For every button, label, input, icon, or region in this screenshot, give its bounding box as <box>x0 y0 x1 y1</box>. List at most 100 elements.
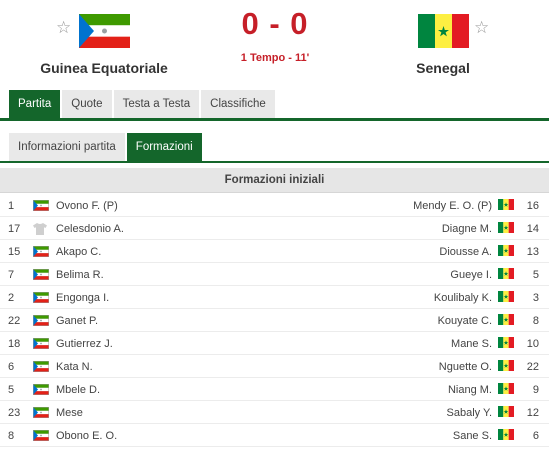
senegal-flag-icon <box>498 245 514 256</box>
home-player-name[interactable]: Mbele D. <box>56 384 100 396</box>
match-status: 1 Tempo - 11' <box>240 52 310 64</box>
home-player-number: 22 <box>8 315 21 327</box>
senegal-flag-icon <box>498 222 514 233</box>
tab-formazioni[interactable]: Formazioni <box>126 133 202 161</box>
tab-classifiche[interactable]: Classifiche <box>201 90 275 118</box>
match-header: ☆ Guinea Equatoriale 0 - 0 1 Tempo - 11' <box>0 0 549 88</box>
away-player-name[interactable]: Diagne M. <box>442 223 492 235</box>
lineup-row: 7 Belima R. Gueye I. 5 <box>0 263 549 286</box>
away-player-number: 10 <box>526 338 539 350</box>
away-player-name[interactable]: Niang M. <box>448 384 492 396</box>
senegal-flag-icon <box>498 291 514 302</box>
home-player-name[interactable]: Ovono F. (P) <box>56 200 118 212</box>
lineup-row: 6 Kata N. Nguette O. 22 <box>0 355 549 378</box>
home-player-number: 8 <box>8 430 15 442</box>
away-player-number: 13 <box>526 246 539 258</box>
away-player-number: 9 <box>532 384 539 396</box>
away-team-name[interactable]: Senegal <box>358 60 528 76</box>
away-player-number: 14 <box>526 223 539 235</box>
lineup-row: 5 Mbele D. Niang M. 9 <box>0 378 549 401</box>
equatorial-guinea-flag-icon <box>33 338 49 349</box>
lineup-row: 22 Ganet P. Kouyate C. 8 <box>0 309 549 332</box>
home-player-name[interactable]: Gutierrez J. <box>56 338 113 350</box>
lineup-row: 18 Gutierrez J. Mane S. 10 <box>0 332 549 355</box>
home-player-number: 17 <box>8 223 21 235</box>
score: 0 - 0 <box>241 6 309 41</box>
home-player-number: 1 <box>8 200 15 212</box>
equatorial-guinea-flag-icon <box>33 200 49 211</box>
home-team-name[interactable]: Guinea Equatoriale <box>19 60 189 76</box>
senegal-flag-icon <box>498 314 514 325</box>
home-player-name[interactable]: Ganet P. <box>56 315 98 327</box>
away-team: ☆ Senegal <box>358 0 528 76</box>
away-player-number: 8 <box>532 315 539 327</box>
home-team: ☆ Guinea Equatoriale <box>19 0 189 76</box>
equatorial-guinea-flag-icon <box>33 246 49 257</box>
lineup-row: 23 Mese Sabaly Y. 12 <box>0 401 549 424</box>
senegal-flag-icon <box>498 383 514 394</box>
tab-quote[interactable]: Quote <box>62 90 112 118</box>
away-player-number: 12 <box>526 407 539 419</box>
home-player-name[interactable]: Belima R. <box>56 269 104 281</box>
away-player-number: 3 <box>532 292 539 304</box>
equatorial-guinea-flag-icon <box>33 361 49 372</box>
equatorial-guinea-flag-icon <box>19 10 189 52</box>
away-player-name[interactable]: Kouyate C. <box>438 315 492 327</box>
away-player-name[interactable]: Mane S. <box>451 338 492 350</box>
senegal-flag-icon <box>358 10 528 52</box>
lineup-row: 2 Engonga I. Koulibaly K. 3 <box>0 286 549 309</box>
away-player-name[interactable]: Sabaly Y. <box>447 407 492 419</box>
home-player-number: 18 <box>8 338 21 350</box>
tab-testa-a-testa[interactable]: Testa a Testa <box>113 90 200 118</box>
home-player-number: 23 <box>8 407 21 419</box>
lineup-row: 8 Obono E. O. Sane S. 6 <box>0 424 549 447</box>
home-player-name[interactable]: Celesdonio A. <box>56 223 124 235</box>
home-player-number: 7 <box>8 269 15 281</box>
away-player-number: 5 <box>532 269 539 281</box>
home-player-name[interactable]: Obono E. O. <box>56 430 117 442</box>
senegal-flag-icon <box>498 406 514 417</box>
away-player-name[interactable]: Sane S. <box>453 430 492 442</box>
equatorial-guinea-flag-icon <box>33 407 49 418</box>
equatorial-guinea-flag-icon <box>33 384 49 395</box>
main-tabs-underline <box>0 118 549 121</box>
away-player-number: 6 <box>532 430 539 442</box>
sub-tabs-underline <box>0 161 549 163</box>
senegal-flag-icon <box>498 268 514 279</box>
tab-partita[interactable]: Partita <box>9 90 61 118</box>
lineup-row: 17 Celesdonio A. Diagne M. 14 <box>0 217 549 240</box>
home-player-number: 15 <box>8 246 21 258</box>
away-player-name[interactable]: Koulibaly K. <box>434 292 492 304</box>
equatorial-guinea-flag-icon <box>33 269 49 280</box>
main-tabs: Partita Quote Testa a Testa Classifiche <box>9 90 277 118</box>
lineup-row: 15 Akapo C. Diousse A. 13 <box>0 240 549 263</box>
equatorial-guinea-flag-icon <box>33 315 49 326</box>
lineup-row: 1 Ovono F. (P) Mendy E. O. (P) 16 <box>0 194 549 217</box>
away-player-number: 16 <box>526 200 539 212</box>
home-player-name[interactable]: Akapo C. <box>56 246 101 258</box>
home-player-number: 6 <box>8 361 15 373</box>
home-player-number: 5 <box>8 384 15 396</box>
equatorial-guinea-flag-icon <box>33 292 49 303</box>
home-player-name[interactable]: Engonga I. <box>56 292 109 304</box>
away-player-name[interactable]: Gueye I. <box>450 269 492 281</box>
away-player-name[interactable]: Nguette O. <box>439 361 492 373</box>
away-player-name[interactable]: Mendy E. O. (P) <box>413 200 492 212</box>
scoreboard: 0 - 0 1 Tempo - 11' <box>225 6 325 64</box>
home-player-name[interactable]: Kata N. <box>56 361 93 373</box>
away-player-name[interactable]: Diousse A. <box>439 246 492 258</box>
senegal-flag-icon <box>498 360 514 371</box>
senegal-flag-icon <box>498 199 514 210</box>
sub-tabs: Informazioni partita Formazioni <box>9 133 204 161</box>
shirt-icon <box>33 223 47 235</box>
senegal-flag-icon <box>498 337 514 348</box>
tab-informazioni-partita[interactable]: Informazioni partita <box>9 133 125 161</box>
home-player-name[interactable]: Mese <box>56 407 83 419</box>
lineup-table: 1 Ovono F. (P) Mendy E. O. (P) 16 17 Celesdon… <box>0 194 549 447</box>
lineup-title: Formazioni iniziali <box>0 168 549 193</box>
away-player-number: 22 <box>526 361 539 373</box>
home-player-number: 2 <box>8 292 15 304</box>
equatorial-guinea-flag-icon <box>33 430 49 441</box>
favorite-star-icon[interactable]: ☆ <box>474 18 489 38</box>
senegal-flag-icon <box>498 429 514 440</box>
